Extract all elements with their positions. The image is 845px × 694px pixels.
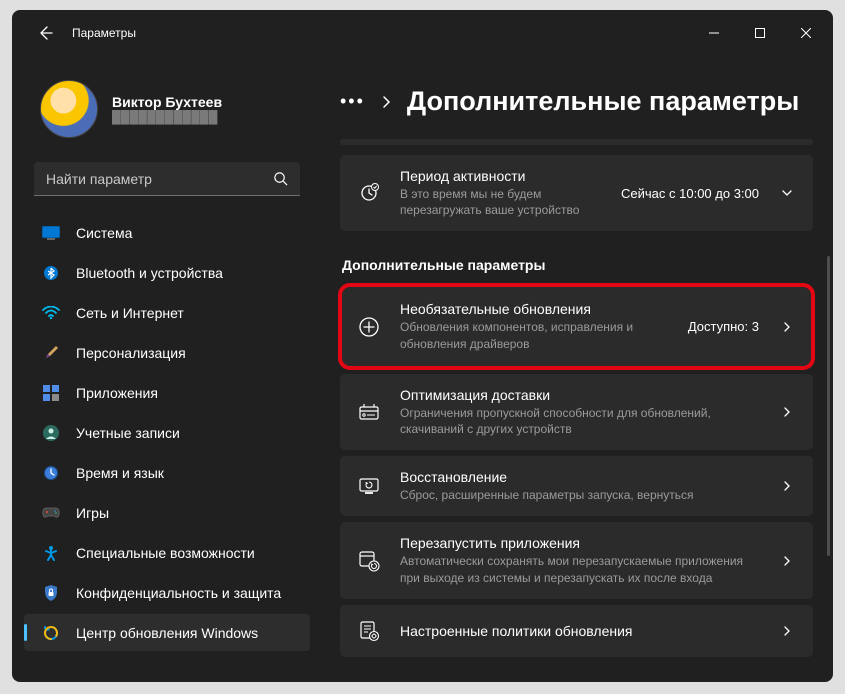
card-title: Необязательные обновления: [400, 301, 670, 317]
chevron-right-icon: [381, 95, 391, 109]
search-icon: [273, 171, 288, 186]
sidebar-item-apps[interactable]: Приложения: [24, 374, 310, 411]
active-hours-icon: [356, 180, 382, 206]
search-box[interactable]: [34, 162, 300, 196]
card-subtitle: Ограничения пропускной способности для о…: [400, 405, 759, 437]
accessibility-icon: [42, 544, 60, 562]
card-value: Доступно: 3: [688, 319, 759, 334]
sidebar-item-network[interactable]: Сеть и Интернет: [24, 294, 310, 331]
search-input[interactable]: [46, 171, 273, 187]
card-title: Период активности: [400, 168, 603, 184]
minimize-button[interactable]: [691, 10, 737, 56]
titlebar: Параметры: [12, 10, 833, 56]
nav-list: Система Bluetooth и устройства Сеть и Ин…: [24, 214, 310, 651]
system-icon: [42, 224, 60, 242]
chevron-down-icon: [777, 187, 797, 199]
scrollbar[interactable]: [827, 256, 830, 556]
nav-label: Специальные возможности: [76, 545, 255, 561]
nav-label: Персонализация: [76, 345, 186, 361]
nav-label: Время и язык: [76, 465, 164, 481]
back-arrow-icon: [37, 25, 53, 41]
nav-label: Конфиденциальность и защита: [76, 585, 281, 601]
back-button[interactable]: [30, 18, 60, 48]
card-active-hours[interactable]: Период активности В это время мы не буде…: [340, 155, 813, 231]
profile-email: ████████████: [112, 110, 222, 124]
avatar: [40, 80, 98, 138]
chevron-right-icon: [777, 480, 797, 492]
card-title: Оптимизация доставки: [400, 387, 759, 403]
card-title: Восстановление: [400, 469, 759, 485]
chevron-right-icon: [777, 625, 797, 637]
sidebar-item-accessibility[interactable]: Специальные возможности: [24, 534, 310, 571]
card-recovery[interactable]: Восстановление Сброс, расширенные параме…: [340, 456, 813, 516]
sidebar: Виктор Бухтеев ████████████ Система: [12, 56, 320, 682]
recovery-icon: [356, 473, 382, 499]
card-subtitle: В это время мы не будем перезагружать ва…: [400, 186, 603, 218]
sidebar-item-accounts[interactable]: Учетные записи: [24, 414, 310, 451]
card-update-policies[interactable]: Настроенные политики обновления: [340, 605, 813, 657]
card-subtitle: Автоматически сохранять мои перезапускае…: [400, 553, 759, 585]
profile[interactable]: Виктор Бухтеев ████████████: [24, 80, 310, 162]
breadcrumb: ••• Дополнительные параметры: [340, 86, 813, 117]
nav-label: Центр обновления Windows: [76, 625, 258, 641]
sidebar-item-privacy[interactable]: Конфиденциальность и защита: [24, 574, 310, 611]
card-subtitle: Обновления компонентов, исправления и об…: [400, 319, 670, 351]
main-content: ••• Дополнительные параметры Период акти…: [320, 56, 833, 682]
close-icon: [801, 28, 811, 38]
breadcrumb-overflow[interactable]: •••: [340, 91, 365, 112]
sidebar-item-personalization[interactable]: Персонализация: [24, 334, 310, 371]
games-icon: [42, 504, 60, 522]
sidebar-item-bluetooth[interactable]: Bluetooth и устройства: [24, 254, 310, 291]
maximize-button[interactable]: [737, 10, 783, 56]
time-icon: [42, 464, 60, 482]
card-delivery-optimization[interactable]: Оптимизация доставки Ограничения пропуск…: [340, 374, 813, 450]
chevron-right-icon: [777, 406, 797, 418]
card-value: Сейчас с 10:00 до 3:00: [621, 186, 759, 201]
card-title: Перезапустить приложения: [400, 535, 759, 551]
optional-updates-icon: [356, 314, 382, 340]
window-title: Параметры: [72, 26, 136, 40]
nav-label: Bluetooth и устройства: [76, 265, 223, 281]
settings-window: Параметры Виктор Бухтеев ████████████: [12, 10, 833, 682]
nav-label: Система: [76, 225, 132, 241]
policies-icon: [356, 618, 382, 644]
nav-label: Приложения: [76, 385, 158, 401]
card-title: Настроенные политики обновления: [400, 623, 759, 639]
sidebar-item-gaming[interactable]: Игры: [24, 494, 310, 531]
page-title: Дополнительные параметры: [407, 86, 799, 117]
window-controls: [691, 10, 829, 56]
nav-label: Учетные записи: [76, 425, 180, 441]
chevron-right-icon: [777, 555, 797, 567]
account-icon: [42, 424, 60, 442]
card-restart-apps[interactable]: Перезапустить приложения Автоматически с…: [340, 522, 813, 598]
collapsed-card[interactable]: [340, 139, 813, 145]
sidebar-item-time[interactable]: Время и язык: [24, 454, 310, 491]
restart-apps-icon: [356, 548, 382, 574]
nav-label: Сеть и Интернет: [76, 305, 184, 321]
maximize-icon: [755, 28, 765, 38]
section-header: Дополнительные параметры: [342, 257, 813, 273]
privacy-icon: [42, 584, 60, 602]
apps-icon: [42, 384, 60, 402]
brush-icon: [42, 344, 60, 362]
wifi-icon: [42, 304, 60, 322]
card-subtitle: Сброс, расширенные параметры запуска, ве…: [400, 487, 759, 503]
chevron-right-icon: [777, 321, 797, 333]
minimize-icon: [709, 28, 719, 38]
bluetooth-icon: [42, 264, 60, 282]
sidebar-item-update[interactable]: Центр обновления Windows: [24, 614, 310, 651]
update-icon: [42, 624, 60, 642]
sidebar-item-system[interactable]: Система: [24, 214, 310, 251]
close-button[interactable]: [783, 10, 829, 56]
card-optional-updates[interactable]: Необязательные обновления Обновления ком…: [340, 285, 813, 367]
nav-label: Игры: [76, 505, 109, 521]
profile-name: Виктор Бухтеев: [112, 94, 222, 110]
delivery-icon: [356, 399, 382, 425]
